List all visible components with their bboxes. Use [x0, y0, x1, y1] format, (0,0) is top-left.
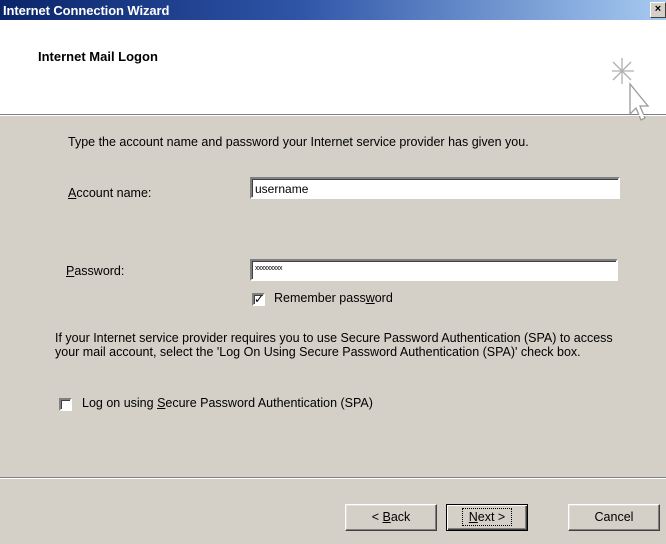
remember-password-label[interactable]: Remember password: [274, 291, 393, 305]
spa-checkbox[interactable]: [59, 398, 72, 411]
footer-separator-highlight: [0, 478, 666, 479]
account-name-value: username: [255, 182, 309, 196]
spa-label[interactable]: Log on using Secure Password Authenticat…: [82, 396, 373, 410]
focus-rect: Next >: [461, 508, 513, 526]
window-title: Internet Connection Wizard: [3, 3, 170, 18]
header-divider: [0, 115, 666, 116]
password-label: Password:: [66, 264, 125, 278]
account-name-input[interactable]: username: [250, 177, 620, 199]
account-name-label: Account name:: [68, 186, 152, 200]
password-masked-value: xxxxxxxxx: [255, 265, 283, 272]
back-button[interactable]: < Back: [345, 504, 437, 531]
close-button[interactable]: ×: [650, 2, 666, 18]
password-input[interactable]: xxxxxxxxx: [250, 259, 618, 281]
spa-info-text: If your Internet service provider requir…: [55, 331, 613, 359]
close-icon: ×: [654, 3, 662, 15]
intro-text: Type the account name and password your …: [68, 135, 529, 149]
next-rest: ext >: [477, 510, 506, 524]
back-key: B: [382, 510, 391, 524]
check-mark-icon: ✓: [254, 292, 265, 306]
back-rest: ack: [390, 510, 411, 524]
next-button[interactable]: Next >: [446, 504, 528, 531]
page-title: Internet Mail Logon: [38, 49, 158, 64]
title-bar[interactable]: Internet Connection Wizard ×: [0, 0, 666, 20]
wizard-window: Internet Connection Wizard × Internet Ma…: [0, 0, 666, 544]
cancel-button[interactable]: Cancel: [568, 504, 660, 531]
wizard-header: Internet Mail Logon: [0, 20, 666, 121]
next-key: N: [468, 510, 478, 524]
back-prefix: <: [371, 510, 383, 524]
remember-password-checkbox[interactable]: ✓: [252, 292, 265, 306]
